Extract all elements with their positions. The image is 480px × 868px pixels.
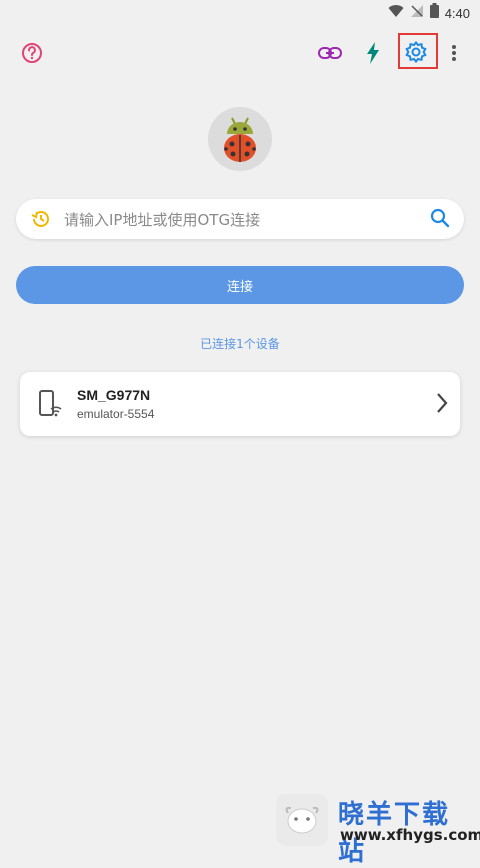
phone-wifi-icon xyxy=(38,390,62,423)
settings-highlight-box xyxy=(398,33,438,69)
history-icon[interactable] xyxy=(30,208,52,235)
status-bar: 4:40 xyxy=(0,0,480,24)
link-icon[interactable] xyxy=(314,37,346,69)
flash-icon[interactable] xyxy=(357,37,389,69)
wifi-icon xyxy=(388,4,404,23)
help-icon[interactable] xyxy=(16,37,48,69)
device-serial: emulator-5554 xyxy=(77,407,155,421)
ip-address-input[interactable] xyxy=(62,205,426,235)
battery-icon xyxy=(429,3,439,23)
device-name: SM_G977N xyxy=(77,387,151,403)
connected-count-text: 已连接1个设备 xyxy=(200,337,280,351)
sheep-logo-icon xyxy=(276,794,328,846)
device-list-item[interactable]: SM_G977N emulator-5554 xyxy=(20,372,460,436)
ip-search-bar xyxy=(16,199,464,239)
more-vert-icon[interactable] xyxy=(438,37,470,69)
watermark-url: www.xfhygs.com xyxy=(340,826,480,844)
watermark: 晓羊下载站 www.xfhygs.com xyxy=(276,790,480,867)
app-logo xyxy=(208,107,272,171)
status-time: 4:40 xyxy=(444,5,470,21)
signal-off-icon xyxy=(410,4,424,23)
ladybug-icon xyxy=(224,117,256,162)
search-icon[interactable] xyxy=(430,208,450,233)
connect-button-label: 连接 xyxy=(226,279,253,295)
chevron-right-icon xyxy=(436,392,448,419)
connect-button[interactable]: 连接 xyxy=(16,266,464,304)
